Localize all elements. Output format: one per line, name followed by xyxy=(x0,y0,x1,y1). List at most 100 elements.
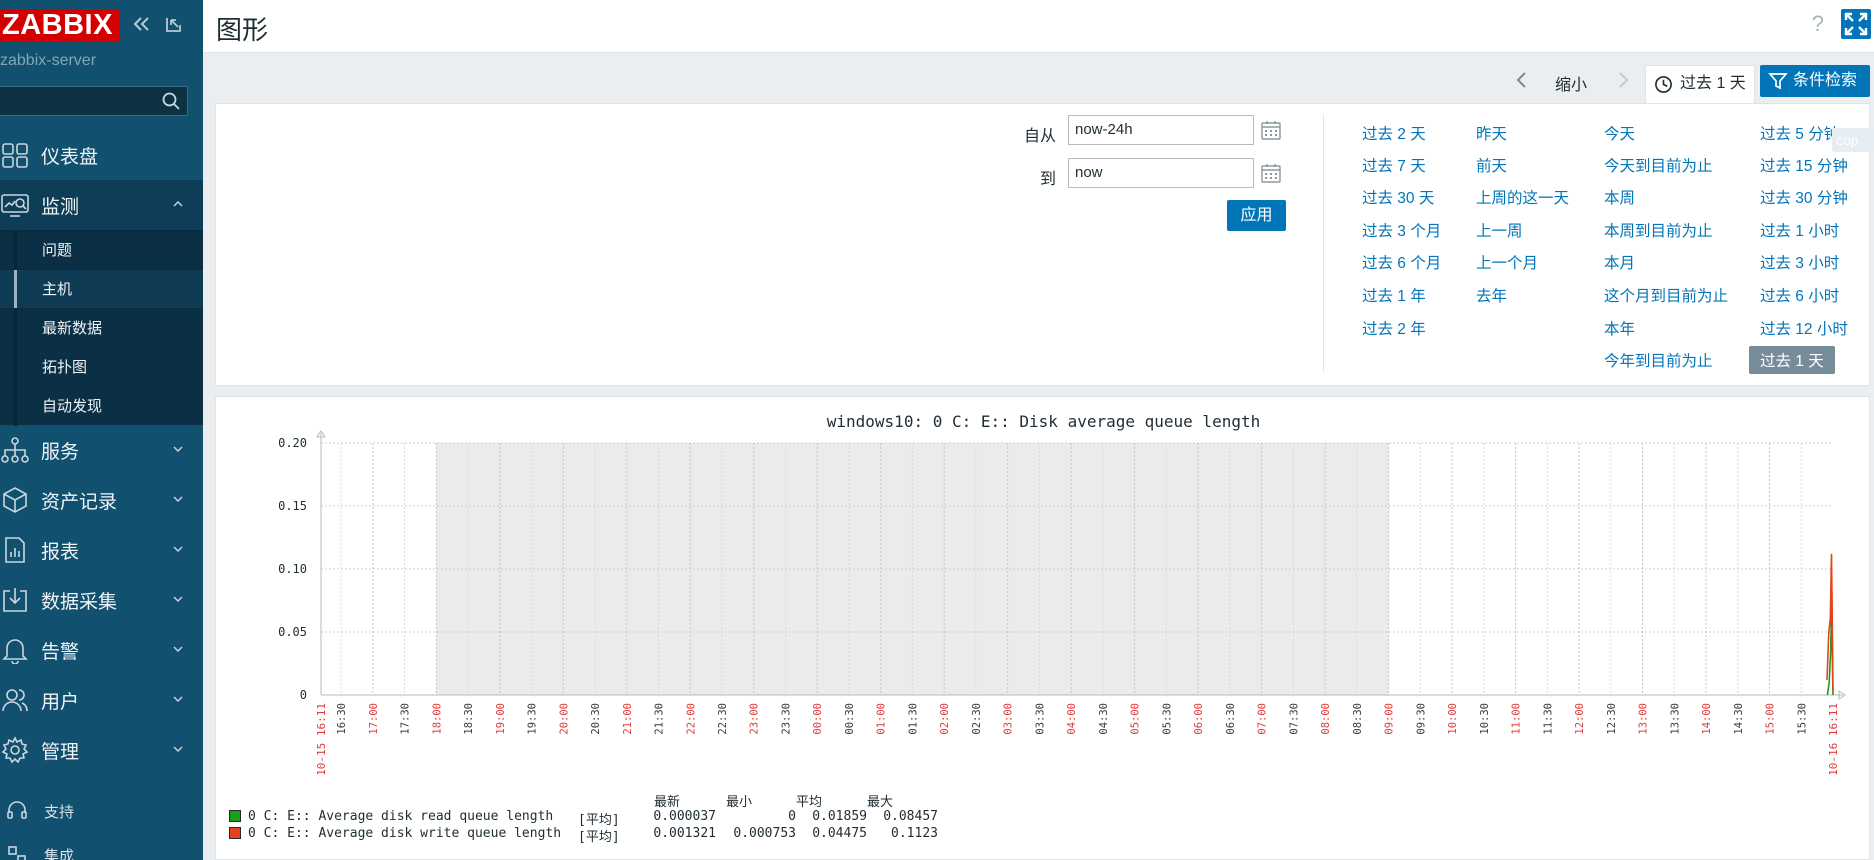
x-tick-label: 12:30 xyxy=(1606,703,1618,735)
menu-alerts-label: 告警 xyxy=(41,641,80,663)
fullscreen-button[interactable] xyxy=(1841,9,1871,39)
x-tick-label: 10:30 xyxy=(1479,703,1491,735)
menu-users[interactable]: 用户 xyxy=(0,675,203,725)
quick-range-link[interactable]: 本月 xyxy=(1604,251,1635,273)
filter-icon xyxy=(1768,73,1788,90)
x-tick-label: 21:30 xyxy=(654,703,666,735)
x-tick-label: 08:30 xyxy=(1352,703,1364,735)
menu-integrations[interactable]: 集成 xyxy=(0,833,203,860)
quick-range-link[interactable]: 过去 15 分钟 xyxy=(1760,154,1848,176)
menu-dashboard[interactable]: 仪表盘 xyxy=(0,130,203,180)
x-tick-label: 15:00 xyxy=(1765,703,1777,735)
quick-range-link[interactable]: 过去 12 小时 xyxy=(1760,317,1848,339)
quick-range-link[interactable]: 过去 1 年 xyxy=(1362,284,1426,306)
quick-range-link[interactable]: 过去 1 小时 xyxy=(1760,219,1839,241)
submenu-discovery[interactable]: 自动发现 xyxy=(0,386,203,426)
x-tick-label: 20:00 xyxy=(558,703,570,735)
submenu-problems[interactable]: 问题 xyxy=(0,230,203,270)
disk-queue-chart[interactable]: 0.20 0.15 0.10 0.05 0 16:30 17:00 17:30 18:00 18:… xyxy=(216,397,1871,860)
menu-data-collection-label: 数据采集 xyxy=(41,591,118,613)
x-tick-label: 04:30 xyxy=(1098,703,1110,735)
search-icon[interactable] xyxy=(161,91,181,111)
submenu-hosts-label: 主机 xyxy=(42,281,73,298)
panel-divider xyxy=(1323,115,1324,372)
x-tick-label: 17:00 xyxy=(368,703,380,735)
copy-tag[interactable]: cop xyxy=(1832,128,1874,152)
quick-range-link[interactable]: 本周 xyxy=(1604,186,1635,208)
page-header: 图形 ? xyxy=(203,0,1874,53)
legend-max: 0.1123 xyxy=(891,826,938,841)
legend-func: [平均] xyxy=(578,813,620,828)
help-icon[interactable]: ? xyxy=(1812,11,1824,37)
submenu-hosts[interactable]: 主机 xyxy=(0,269,203,309)
legend-last: 0.000037 xyxy=(653,809,716,824)
chevron-down-icon xyxy=(173,446,183,452)
x-tick-label: 07:00 xyxy=(1257,703,1269,735)
submenu-latest-data[interactable]: 最新数据 xyxy=(0,308,203,348)
tab-filter[interactable]: 条件检索 xyxy=(1760,65,1870,97)
quick-range-link[interactable]: 上一周 xyxy=(1476,219,1523,241)
hide-sidebar-icon[interactable] xyxy=(164,14,184,34)
quick-range-link[interactable]: 昨天 xyxy=(1476,122,1507,144)
menu-alerts[interactable]: 告警 xyxy=(0,625,203,675)
quick-range-link[interactable]: 今天 xyxy=(1604,122,1635,144)
quick-range-link[interactable]: 过去 3 小时 xyxy=(1760,251,1839,273)
x-tick-label: 01:00 xyxy=(876,703,888,735)
x-tick-label: 22:30 xyxy=(717,703,729,735)
quick-range-link[interactable]: 过去 3 个月 xyxy=(1362,219,1441,241)
quick-range-link[interactable]: 过去 1 天 xyxy=(1749,346,1835,374)
quick-range-link[interactable]: 过去 2 天 xyxy=(1362,122,1426,144)
calendar-icon[interactable] xyxy=(1260,162,1282,184)
sidebar: ZABBIX zabbix-server 仪表盘 监测 问题 主机 最新数据 拓… xyxy=(0,0,203,860)
to-input[interactable]: now xyxy=(1068,158,1254,188)
legend-header: 最小 xyxy=(726,795,753,810)
legend-avg: 0.01859 xyxy=(812,809,867,824)
x-tick-label: 14:30 xyxy=(1733,703,1745,735)
collapse-sidebar-icon[interactable] xyxy=(132,14,152,34)
zoom-out-button[interactable]: 缩小 xyxy=(1555,71,1587,95)
main-menu: 仪表盘 监测 问题 主机 最新数据 拓扑图 自动发现 服务 资产记录 报表 数据… xyxy=(0,130,203,860)
menu-services[interactable]: 服务 xyxy=(0,425,203,475)
sidebar-search-input[interactable] xyxy=(0,86,188,116)
chevron-up-icon xyxy=(173,201,183,207)
menu-reports[interactable]: 报表 xyxy=(0,525,203,575)
menu-monitoring[interactable]: 监测 xyxy=(0,180,203,230)
y-tick-label: 0.15 xyxy=(278,499,307,513)
quick-range-link[interactable]: 过去 30 分钟 xyxy=(1760,186,1848,208)
legend-swatch xyxy=(229,810,241,822)
calendar-icon[interactable] xyxy=(1260,119,1282,141)
quick-range-link[interactable]: 今天到目前为止 xyxy=(1604,154,1713,176)
quick-range-link[interactable]: 前天 xyxy=(1476,154,1507,176)
menu-inventory[interactable]: 资产记录 xyxy=(0,475,203,525)
quick-range-link[interactable]: 过去 30 天 xyxy=(1362,186,1434,208)
submenu-maps[interactable]: 拓扑图 xyxy=(0,347,203,387)
apply-button[interactable]: 应用 xyxy=(1227,200,1286,231)
quick-range-link[interactable]: 过去 6 个月 xyxy=(1362,251,1441,273)
quick-range-link[interactable]: 本周到目前为止 xyxy=(1604,219,1713,241)
menu-administration[interactable]: 管理 xyxy=(0,725,203,775)
quick-range-link[interactable]: 本年 xyxy=(1604,317,1635,339)
chevron-left-icon[interactable] xyxy=(1512,68,1532,92)
menu-data-collection[interactable]: 数据采集 xyxy=(0,575,203,625)
quick-range-link[interactable]: 过去 5 分钟 xyxy=(1760,122,1839,144)
quick-range-link[interactable]: 过去 2 年 xyxy=(1362,317,1426,339)
x-tick-label: 04:00 xyxy=(1066,703,1078,735)
legend-name: 0 C: E:: Average disk read queue length xyxy=(248,809,554,824)
menu-support[interactable]: 支持 xyxy=(0,789,203,833)
tab-time-period[interactable]: 过去 1 天 xyxy=(1645,65,1755,103)
chevron-right-icon[interactable] xyxy=(1613,68,1633,92)
quick-range-link[interactable]: 今年到目前为止 xyxy=(1604,349,1713,371)
zabbix-logo[interactable]: ZABBIX xyxy=(0,9,119,41)
page-title: 图形 xyxy=(216,15,269,45)
from-input[interactable]: now-24h xyxy=(1068,115,1254,145)
quick-range-link[interactable]: 上周的这一天 xyxy=(1476,186,1569,208)
quick-range-link[interactable]: 过去 6 小时 xyxy=(1760,284,1839,306)
quick-range-link[interactable]: 去年 xyxy=(1476,284,1507,306)
x-tick-label: 00:30 xyxy=(844,703,856,735)
quick-range-link[interactable]: 这个月到目前为止 xyxy=(1604,284,1728,306)
quick-range-link[interactable]: 上一个月 xyxy=(1476,251,1538,273)
x-tick-label: 06:00 xyxy=(1193,703,1205,735)
quick-range-link[interactable]: 过去 7 天 xyxy=(1362,154,1426,176)
x-tick-label: 14:00 xyxy=(1701,703,1713,735)
submenu-latest-data-label: 最新数据 xyxy=(42,320,103,337)
